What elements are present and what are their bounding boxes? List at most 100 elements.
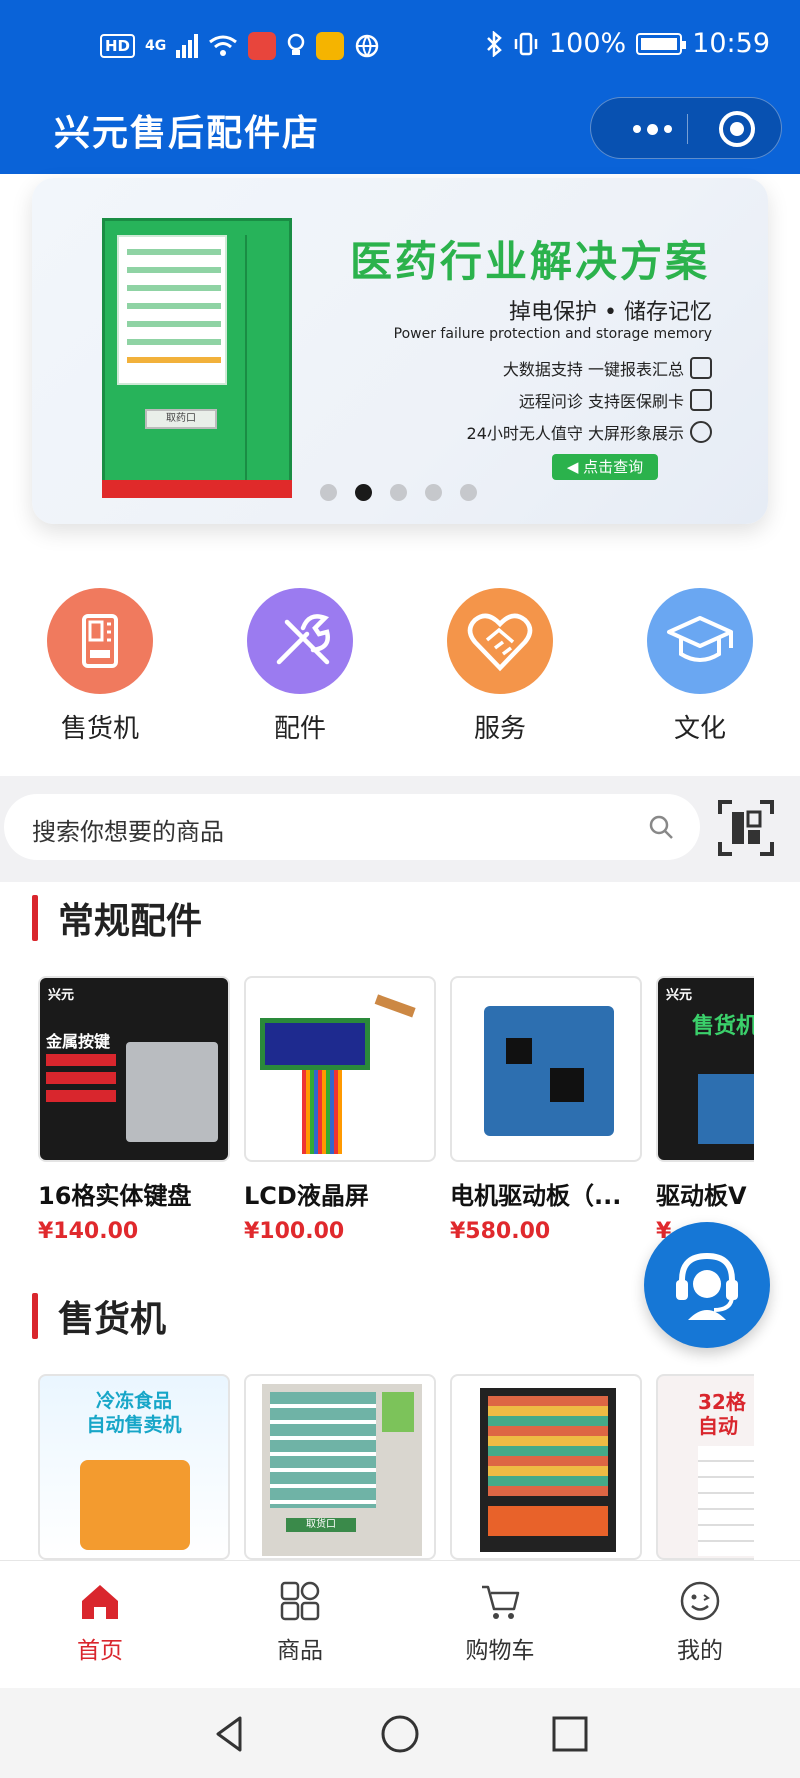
battery-icon (636, 32, 687, 55)
product-card[interactable]: 兴元 售货机 驱动板V ¥ (656, 976, 754, 1242)
tab-mine[interactable]: 我的 (600, 1579, 800, 1665)
pickup-slot: 取药口 (145, 409, 217, 429)
bottom-tab-bar: 首页 商品 购物车 我的 (0, 1560, 800, 1688)
app-notification-icon (248, 32, 277, 60)
vending-machine-icon (47, 588, 153, 694)
smiley-icon (680, 1581, 720, 1621)
product-image-drink-vending: 取货口 (244, 1374, 436, 1560)
bulb-icon (288, 33, 305, 55)
search-icon[interactable] (648, 814, 674, 840)
carousel-dot[interactable] (460, 484, 477, 501)
grid-icon (280, 1581, 320, 1621)
hd-indicator: HD (100, 34, 136, 58)
search-input[interactable]: 搜索你想要的商品 (4, 794, 700, 860)
machine-base (102, 480, 292, 498)
banner-cta-button[interactable]: ◀ 点击查询 (552, 454, 658, 480)
product-card[interactable]: 冷冻食品 自动售卖机 (38, 1374, 230, 1560)
product-price: ¥580.00 (450, 1219, 551, 1242)
category-label: 售货机 (60, 714, 139, 744)
banner-feature: 远程问诊 支持医保刷卡 (519, 388, 712, 412)
recents-square-icon[interactable] (548, 1712, 592, 1756)
machine-door-line (245, 235, 247, 485)
system-navigation-bar (0, 1688, 800, 1778)
tab-products[interactable]: 商品 (200, 1579, 400, 1665)
app-header: HD 4G 100% 10:59 兴元售后配件店 (0, 0, 800, 174)
monitor-icon (690, 389, 712, 411)
cart-icon (482, 1585, 520, 1619)
carousel-indicator (320, 484, 477, 501)
status-bar: HD 4G 100% 10:59 (0, 22, 800, 74)
category-parts[interactable]: 配件 (220, 588, 380, 745)
category-label: 服务 (473, 714, 526, 744)
home-icon (82, 1585, 118, 1619)
product-image-keypad: 兴元 金属按键 (38, 976, 230, 1162)
tab-home[interactable]: 首页 (0, 1579, 200, 1665)
product-card[interactable]: 32格 自动 (656, 1374, 754, 1560)
category-vending[interactable]: 售货机 (20, 588, 180, 745)
product-image-motor-board (450, 976, 642, 1162)
search-bar-area: 搜索你想要的商品 (0, 776, 800, 882)
customer-service-button[interactable] (644, 1222, 770, 1348)
tab-label: 首页 (77, 1638, 123, 1664)
tab-cart[interactable]: 购物车 (400, 1579, 600, 1665)
product-name: LCD液晶屏 (244, 1182, 369, 1210)
category-label: 配件 (273, 714, 326, 744)
carousel-dot[interactable] (390, 484, 407, 501)
more-dots-icon[interactable] (617, 115, 687, 143)
section-accent-bar (32, 1293, 38, 1339)
clock: 10:59 (692, 28, 770, 59)
product-price: ¥100.00 (244, 1219, 345, 1242)
product-image-snack-vending (450, 1374, 642, 1560)
category-label: 文化 (673, 714, 726, 744)
battery-percent: 100% (548, 28, 627, 59)
product-card[interactable]: 取货口 (244, 1374, 436, 1560)
section-title: 售货机 (58, 1299, 167, 1340)
signal-icon (176, 34, 199, 58)
home-circle-icon[interactable] (378, 1712, 422, 1756)
carousel-dot-active[interactable] (355, 484, 372, 501)
clock-24-icon (690, 421, 712, 443)
product-card[interactable] (450, 1374, 642, 1560)
banner-feature: 24小时无人值守 大屏形象展示 (467, 420, 712, 444)
category-culture[interactable]: 文化 (620, 588, 780, 745)
globe-icon (356, 34, 379, 58)
carousel-dot[interactable] (425, 484, 442, 501)
category-service[interactable]: 服务 (420, 588, 580, 745)
capsule-divider (687, 114, 688, 144)
product-image-driver-board: 兴元 售货机 (656, 976, 754, 1162)
mail-icon (316, 32, 345, 60)
page-title: 兴元售后配件店 (54, 113, 321, 154)
network-type: 4G (145, 38, 167, 54)
banner-feature: 大数据支持 一键报表汇总 (503, 356, 712, 380)
target-circle-icon[interactable] (719, 111, 755, 147)
section-header-vending: 售货机 (32, 1290, 166, 1342)
tab-label: 商品 (277, 1638, 323, 1664)
product-card[interactable]: 电机驱动板（... ¥580.00 (450, 976, 642, 1242)
mini-program-capsule (590, 97, 782, 159)
banner-subtitle-en: Power failure protection and storage mem… (393, 326, 712, 342)
chart-icon (690, 357, 712, 379)
section-title: 常规配件 (58, 901, 203, 942)
tab-label: 我的 (677, 1638, 723, 1664)
promo-banner[interactable]: 取药口 医药行业解决方案 掉电保护 • 储存记忆 Power failure p… (32, 178, 768, 524)
carousel-dot[interactable] (320, 484, 337, 501)
status-left: HD 4G (100, 32, 380, 60)
product-name: 驱动板V (656, 1182, 747, 1210)
back-triangle-icon[interactable] (208, 1712, 252, 1756)
status-right: 100% 10:59 (485, 28, 770, 59)
product-image-lcd (244, 976, 436, 1162)
graduation-cap-icon (647, 588, 753, 694)
bluetooth-icon (487, 30, 502, 57)
scan-icon[interactable] (716, 798, 776, 858)
machine-screen (117, 235, 227, 385)
vibrate-icon (514, 32, 538, 55)
product-name: 电机驱动板（... (450, 1182, 622, 1210)
product-card[interactable]: 兴元 金属按键 16格实体键盘 ¥140.00 (38, 976, 230, 1242)
category-nav: 售货机 配件 服务 文化 (0, 588, 800, 768)
section-header-parts: 常规配件 (32, 892, 202, 944)
product-name: 16格实体键盘 (38, 1182, 192, 1210)
play-icon: ◀ (566, 458, 579, 476)
tools-icon (247, 588, 353, 694)
product-card[interactable]: LCD液晶屏 ¥100.00 (244, 976, 436, 1242)
banner-title: 医药行业解决方案 (350, 237, 711, 286)
